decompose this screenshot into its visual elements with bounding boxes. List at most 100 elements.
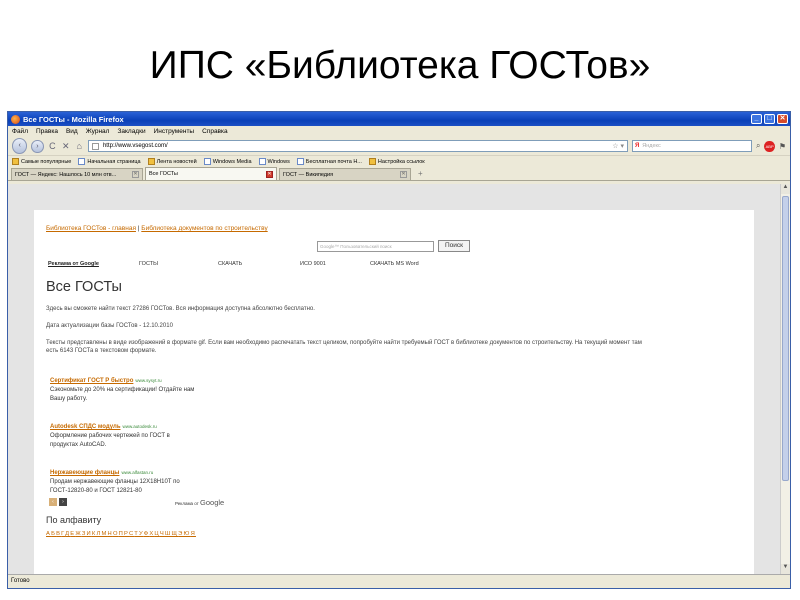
folder-icon — [12, 158, 19, 165]
ad-block: Нержавеющие фланцы www.alfastan.ru Продам… — [50, 468, 230, 496]
tab-close-icon[interactable]: ✕ — [132, 171, 139, 178]
stop-icon[interactable]: ✕ — [61, 141, 70, 152]
tab-label: ГОСТ — Википедия — [283, 171, 334, 178]
page-favicon — [91, 142, 99, 150]
firefox-icon — [11, 114, 20, 124]
tab-close-icon[interactable]: ✕ — [266, 170, 273, 178]
home-icon[interactable]: ⌂ — [75, 141, 84, 151]
ad-pager: ‹ › — [49, 498, 67, 506]
bookmark-item[interactable]: Самые популярные — [12, 158, 71, 165]
search-bar[interactable]: Я Яндекс — [631, 140, 752, 152]
page-icon — [258, 158, 266, 165]
back-button[interactable]: ‹ — [12, 138, 28, 154]
ad-links-bar: Реклама от Google ГОСТЫ СКАЧАТЬ ИСО 9001… — [48, 261, 419, 267]
navigation-toolbar: ‹ › C ✕ ⌂ http://www.vsegost.com/ ☆ ▾ Я … — [8, 137, 790, 155]
tab-label: Все ГОСТы — [149, 171, 178, 177]
menu-bar: Файл Правка Вид Журнал Закладки Инструме… — [8, 126, 790, 137]
tab-close-icon[interactable]: ✕ — [400, 171, 407, 178]
ads-by-google-link[interactable]: Реклама от Google — [48, 261, 139, 267]
rss-folder-icon — [147, 158, 155, 165]
bookmark-item[interactable]: Бесплатная почта H... — [296, 158, 362, 165]
bookmark-item[interactable]: Лента новостей — [147, 158, 197, 165]
ad-text: ГОСТ-12820-80 и ГОСТ 12821-80 — [50, 488, 142, 494]
update-date-text: Дата актуализации базы ГОСТов - 12.10.20… — [46, 323, 173, 329]
ad-text: Оформление рабочих чертежей по ГОСТ в — [50, 433, 170, 439]
ad-block: Сертификат ГОСТ Р быстро www.sysyt.ru Сэк… — [50, 376, 230, 404]
page-body: Библиотека ГОСТов - главная | Библиотека… — [34, 210, 754, 574]
slide-title: ИПС «Библиотека ГОСТов» — [149, 44, 651, 87]
ad-block: Autodesk СПДС модуль www.autodesk.ru Офор… — [50, 422, 230, 450]
ad-url[interactable]: www.sysyt.ru — [135, 378, 161, 383]
ad-url[interactable]: www.alfastan.ru — [121, 470, 153, 475]
ad-title-link[interactable]: Нержавеющие фланцы — [50, 470, 119, 476]
window-title: Все ГОСТы - Mozilla Firefox — [23, 114, 124, 124]
alphabet-letter-link[interactable]: Ю — [184, 531, 191, 537]
tab-vsegost[interactable]: Все ГОСТы ✕ — [145, 167, 277, 180]
bookmark-item[interactable]: Настройка ссылок — [368, 158, 425, 165]
ad-text: Вашу работу. — [50, 396, 88, 402]
pager-next-button[interactable]: › — [59, 498, 67, 506]
search-bar-placeholder: Яндекс — [642, 143, 661, 149]
construction-docs-link[interactable]: Библиотека документов по строительству — [141, 225, 267, 232]
bookmark-item[interactable]: Windows — [258, 158, 290, 165]
forward-button[interactable]: › — [31, 139, 44, 153]
scroll-down-icon[interactable]: ▼ — [781, 564, 790, 574]
menu-view[interactable]: Вид — [66, 128, 78, 135]
format-note-text: Тексты представлены в виде изображений в… — [46, 340, 642, 354]
addon-icon[interactable]: ⚑ — [779, 142, 786, 151]
star-icon — [368, 158, 376, 165]
ad-link-gosts[interactable]: ГОСТЫ — [139, 261, 218, 267]
home-link[interactable]: Библиотека ГОСТов - главная — [46, 225, 136, 232]
ad-link-iso[interactable]: ИСО 9001 — [300, 261, 370, 267]
breadcrumb: Библиотека ГОСТов - главная | Библиотека… — [46, 225, 268, 232]
bookmarks-toolbar: Самые популярные Начальная страница Лент… — [8, 155, 790, 167]
search-button[interactable]: Поиск — [438, 240, 471, 252]
menu-history[interactable]: Журнал — [86, 128, 110, 135]
menu-edit[interactable]: Правка — [36, 128, 58, 135]
status-bar: Готово — [8, 574, 790, 588]
pager-prev-button[interactable]: ‹ — [49, 498, 57, 506]
tab-label: ГОСТ — Яндекс: Нашлось 10 млн отв... — [15, 171, 117, 178]
search-magnifier-icon[interactable]: ⌕ — [756, 141, 760, 151]
page-icon — [296, 158, 304, 165]
ad-text: Продам нержавеющие фланцы 12Х18Н10Т по — [50, 479, 180, 485]
window-titlebar: Все ГОСТы - Mozilla Firefox _ □ ✕ — [8, 112, 790, 126]
close-window-button[interactable]: ✕ — [777, 114, 788, 124]
search-input[interactable]: Google™ Пользовательский поиск — [317, 240, 434, 252]
new-tab-button[interactable]: + — [413, 169, 428, 178]
alphabet-heading: По алфавиту — [46, 515, 102, 525]
ad-text: продуктах AutoCAD. — [50, 442, 107, 448]
ads-by-google-label[interactable]: Реклама от Google — [175, 498, 224, 507]
tab-wikipedia[interactable]: ГОСТ — Википедия ✕ — [279, 168, 411, 180]
menu-file[interactable]: Файл — [12, 128, 28, 135]
alphabet-index: АБВГДЕЖЗИКЛМНОПРСТУФХЦЧШЩЭЮЯ — [46, 531, 196, 537]
ad-link-msword[interactable]: СКАЧАТЬ MS Word — [370, 261, 419, 267]
intro-text: Здесь вы сможете найти текст 27286 ГОСТо… — [46, 306, 315, 312]
page-viewport: Библиотека ГОСТов - главная | Библиотека… — [8, 184, 782, 574]
maximize-button[interactable]: □ — [764, 114, 775, 124]
menu-help[interactable]: Справка — [202, 128, 228, 135]
scrollbar-thumb[interactable] — [782, 196, 789, 481]
tab-yandex[interactable]: ГОСТ — Яндекс: Нашлось 10 млн отв... ✕ — [11, 168, 143, 180]
scroll-up-icon[interactable]: ▲ — [781, 184, 790, 194]
ad-title-link[interactable]: Сертификат ГОСТ Р быстро — [50, 378, 133, 384]
menu-tools[interactable]: Инструменты — [154, 128, 195, 135]
reload-icon[interactable]: C — [48, 141, 57, 151]
page-icon — [203, 158, 211, 165]
address-bar[interactable]: http://www.vsegost.com/ ☆ ▾ — [87, 140, 628, 152]
minimize-button[interactable]: _ — [751, 114, 762, 124]
tab-bar: ГОСТ — Яндекс: Нашлось 10 млн отв... ✕ В… — [8, 167, 790, 181]
ad-url[interactable]: www.autodesk.ru — [123, 424, 157, 429]
ad-link-download[interactable]: СКАЧАТЬ — [218, 261, 300, 267]
adblock-icon[interactable]: ABP — [764, 140, 775, 152]
bookmark-star-icon[interactable]: ☆ ▾ — [612, 142, 624, 150]
bookmark-item[interactable]: Начальная страница — [78, 158, 141, 165]
alphabet-letter-link[interactable]: Я — [191, 531, 196, 537]
browser-window: Все ГОСТы - Mozilla Firefox _ □ ✕ Файл П… — [7, 111, 791, 589]
page-icon — [78, 158, 86, 165]
bookmark-item[interactable]: Windows Media — [203, 158, 252, 165]
vertical-scrollbar[interactable]: ▲ ▼ — [780, 184, 790, 574]
ad-text: Сэкономьте до 20% на сертификации! Отдай… — [50, 387, 195, 393]
menu-bookmarks[interactable]: Закладки — [117, 128, 145, 135]
ad-title-link[interactable]: Autodesk СПДС модуль — [50, 424, 121, 430]
